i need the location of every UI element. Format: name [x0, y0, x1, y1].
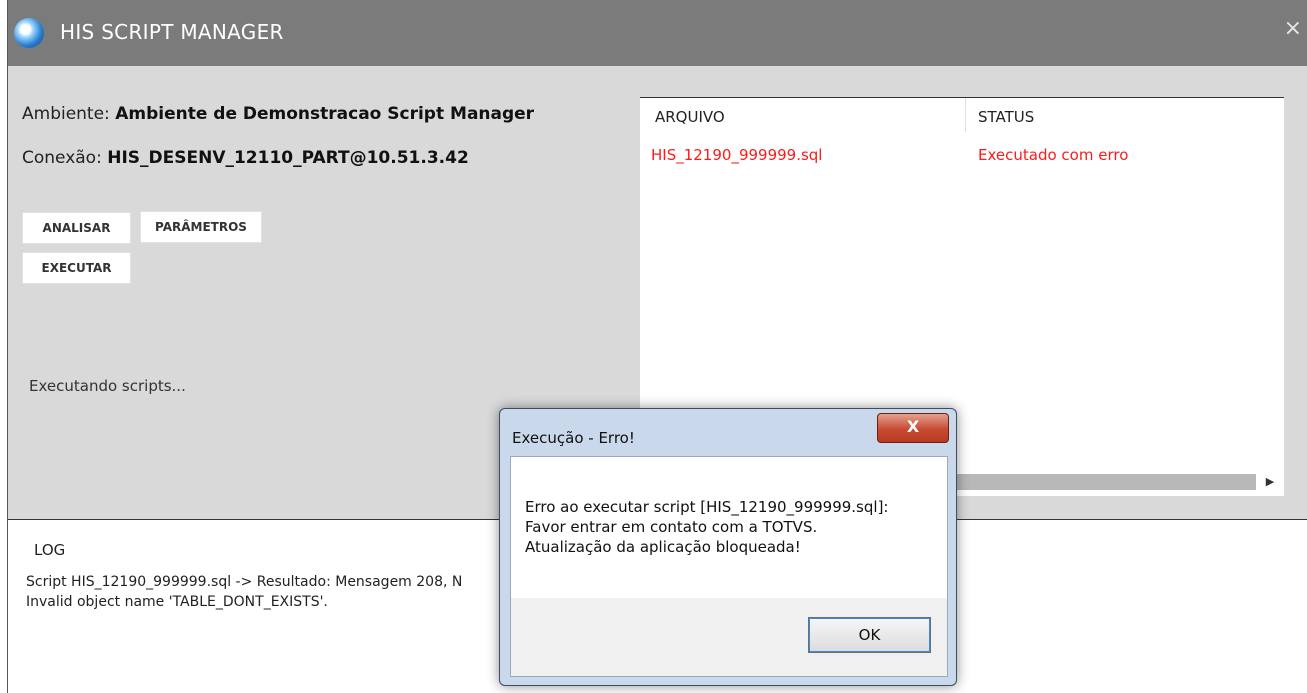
- dialog-title: Execução - Erro!: [512, 429, 635, 447]
- conexao-row: Conexão: HIS_DESENV_12110_PART@10.51.3.4…: [22, 148, 469, 168]
- row-arquivo-cell: HIS_12190_999999.sql: [651, 146, 823, 164]
- dialog-message-line: Atualização da aplicação bloqueada!: [525, 538, 801, 556]
- window-close-icon[interactable]: ×: [1284, 16, 1302, 41]
- log-line: Script HIS_12190_999999.sql -> Resultado…: [26, 574, 463, 590]
- dialog-close-icon[interactable]: X: [877, 413, 949, 443]
- status-message: Executando scripts...: [29, 377, 186, 395]
- grid-header: ARQUIVO STATUS: [640, 98, 1284, 132]
- column-header-arquivo[interactable]: ARQUIVO: [655, 108, 725, 126]
- row-status-cell: Executado com erro: [978, 146, 1129, 164]
- dialog-footer: OK: [510, 598, 948, 677]
- conexao-label: Conexão:: [22, 148, 102, 168]
- dialog-body: Erro ao executar script [HIS_12190_99999…: [510, 456, 948, 599]
- ambiente-label: Ambiente:: [22, 104, 110, 124]
- executar-button[interactable]: EXECUTAR: [22, 252, 131, 284]
- dialog-message-line: Erro ao executar script [HIS_12190_99999…: [525, 498, 889, 516]
- column-header-status[interactable]: STATUS: [978, 108, 1034, 126]
- scroll-right-arrow-icon[interactable]: ▶: [1262, 474, 1278, 490]
- log-title: LOG: [34, 541, 66, 559]
- column-divider[interactable]: [965, 98, 966, 132]
- analisar-button[interactable]: ANALISAR: [22, 212, 131, 244]
- parametros-button[interactable]: PARÂMETROS: [140, 211, 262, 243]
- conexao-value: HIS_DESENV_12110_PART@10.51.3.42: [107, 148, 469, 168]
- app-logo-icon: [14, 18, 44, 48]
- ok-button[interactable]: OK: [808, 617, 931, 653]
- ambiente-value: Ambiente de Demonstracao Script Manager: [115, 104, 535, 124]
- title-bar: HIS SCRIPT MANAGER ×: [8, 0, 1307, 66]
- error-dialog: Execução - Erro! X Erro ao executar scri…: [499, 408, 957, 686]
- log-line: Invalid object name 'TABLE_DONT_EXISTS'.: [26, 594, 328, 610]
- window-title: HIS SCRIPT MANAGER: [60, 20, 284, 44]
- ambiente-row: Ambiente: Ambiente de Demonstracao Scrip…: [22, 104, 534, 124]
- dialog-message-line: Favor entrar em contato com a TOTVS.: [525, 518, 818, 536]
